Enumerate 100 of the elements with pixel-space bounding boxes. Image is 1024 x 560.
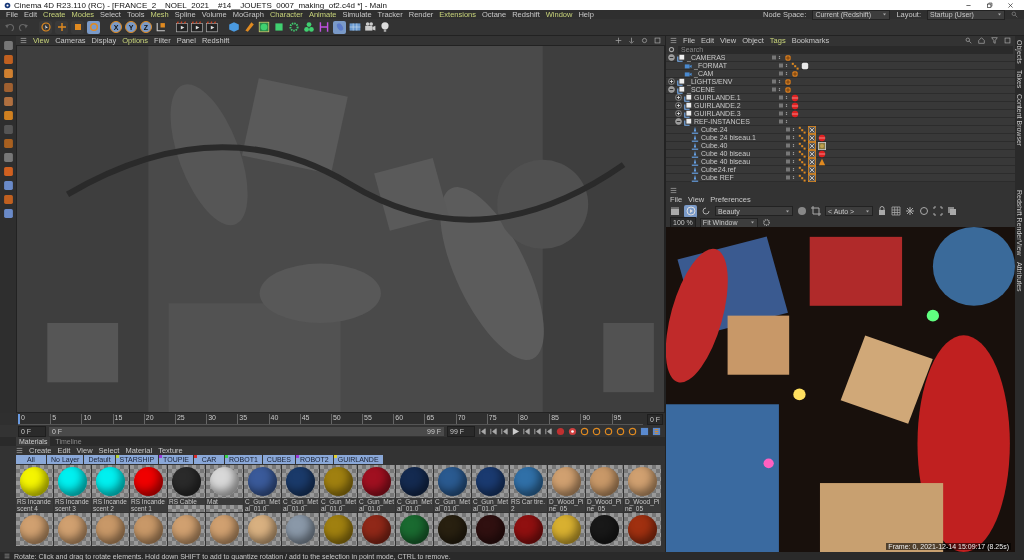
tag-icon[interactable] xyxy=(798,165,806,174)
visibility-dots-icon[interactable] xyxy=(785,63,788,68)
menu-icon[interactable] xyxy=(670,187,677,194)
mode-icon[interactable] xyxy=(2,82,14,93)
tag-icon[interactable] xyxy=(791,69,799,78)
tag-icon[interactable] xyxy=(808,149,816,158)
cone-tag-icon[interactable] xyxy=(818,157,826,166)
tag-icon[interactable] xyxy=(798,141,806,150)
visibility-dots-icon[interactable] xyxy=(792,151,795,156)
visibility-dots-icon[interactable] xyxy=(785,71,788,76)
tag-icon[interactable] xyxy=(791,61,799,70)
menu-icon[interactable] xyxy=(16,447,23,454)
visibility-dots-icon[interactable] xyxy=(785,103,788,108)
refresh-icon[interactable] xyxy=(701,206,711,216)
tag-icon[interactable] xyxy=(798,173,806,182)
clapper-icon[interactable] xyxy=(670,206,680,216)
maximize-icon[interactable] xyxy=(654,37,661,44)
mode-icon[interactable] xyxy=(2,40,14,51)
tag-icon[interactable] xyxy=(798,125,806,134)
close-icon[interactable] xyxy=(1007,1,1014,9)
tag-icon[interactable] xyxy=(808,141,816,150)
tag-icon[interactable] xyxy=(808,133,816,142)
subdivision-icon[interactable] xyxy=(258,21,270,33)
cloner-icon[interactable] xyxy=(303,21,315,33)
visibility-dots-icon[interactable] xyxy=(792,175,795,180)
pen-icon[interactable] xyxy=(243,21,255,33)
render-icon[interactable] xyxy=(191,21,203,33)
filter-icon[interactable] xyxy=(991,37,998,44)
visibility-dots-icon[interactable] xyxy=(778,55,781,60)
mode-icon[interactable] xyxy=(2,166,14,177)
visibility-dots-icon[interactable] xyxy=(792,167,795,172)
tag-icon[interactable] xyxy=(784,77,792,86)
material-tag-icon[interactable] xyxy=(818,149,826,158)
mode-icon[interactable] xyxy=(2,208,14,219)
mode-icon[interactable] xyxy=(2,194,14,205)
tag-icon[interactable] xyxy=(808,165,816,174)
mode-icon[interactable] xyxy=(2,180,14,191)
visibility-dots-icon[interactable] xyxy=(792,135,795,140)
focus-icon[interactable] xyxy=(933,206,943,216)
material-tag-icon[interactable] xyxy=(791,93,799,102)
cube-icon[interactable] xyxy=(228,21,240,33)
snapshot-icon[interactable] xyxy=(797,206,807,216)
light-tag-icon[interactable] xyxy=(801,61,809,70)
orbit-icon[interactable] xyxy=(641,37,648,44)
gear-icon[interactable] xyxy=(668,46,675,53)
tag-icon[interactable] xyxy=(808,125,816,134)
texture-tag-icon[interactable] xyxy=(818,141,826,150)
tag-icon[interactable] xyxy=(798,157,806,166)
camera-icon[interactable] xyxy=(364,21,376,33)
tool-button[interactable] xyxy=(87,20,100,34)
lock-icon[interactable] xyxy=(877,206,887,216)
search-icon[interactable] xyxy=(965,37,972,44)
redo-icon[interactable] xyxy=(18,21,29,33)
light-icon[interactable] xyxy=(379,21,391,33)
mode-icon[interactable] xyxy=(2,54,14,65)
dolly-icon[interactable] xyxy=(628,37,635,44)
floor-icon[interactable] xyxy=(349,21,361,33)
visibility-dots-icon[interactable] xyxy=(778,79,781,84)
crop-icon[interactable] xyxy=(811,206,821,216)
menu-icon[interactable] xyxy=(670,37,677,44)
settings-icon[interactable] xyxy=(652,426,661,436)
tag-icon[interactable] xyxy=(798,133,806,142)
pan-icon[interactable] xyxy=(615,37,622,44)
start-render-button[interactable] xyxy=(684,204,697,218)
tag-icon[interactable] xyxy=(808,157,816,166)
visibility-dots-icon[interactable] xyxy=(792,143,795,148)
tag-icon[interactable] xyxy=(798,149,806,158)
go-start-icon[interactable] xyxy=(478,426,487,436)
autokey-icon[interactable] xyxy=(568,426,577,436)
visibility-dots-icon[interactable] xyxy=(785,95,788,100)
tool-button[interactable] xyxy=(39,20,52,34)
collapse-icon[interactable] xyxy=(675,118,682,125)
mode-icon[interactable] xyxy=(2,68,14,79)
mode-icon[interactable] xyxy=(2,138,14,149)
coordinate-system-icon[interactable] xyxy=(155,21,166,33)
undo-icon[interactable] xyxy=(4,21,15,33)
expand-icon[interactable] xyxy=(668,78,675,85)
visibility-dots-icon[interactable] xyxy=(792,159,795,164)
field-button[interactable] xyxy=(333,20,346,34)
material-tag-icon[interactable] xyxy=(791,109,799,118)
render-settings-icon[interactable] xyxy=(206,21,218,33)
visibility-dots-icon[interactable] xyxy=(785,111,788,116)
home-icon[interactable] xyxy=(978,37,985,44)
expand-icon[interactable] xyxy=(675,110,682,117)
expand-icon[interactable] xyxy=(675,102,682,109)
visibility-dots-icon[interactable] xyxy=(785,119,788,124)
collapse-icon[interactable] xyxy=(668,86,675,93)
tag-icon[interactable] xyxy=(808,173,816,182)
visibility-dots-icon[interactable] xyxy=(792,127,795,132)
extrude-icon[interactable] xyxy=(273,21,285,33)
collapse-icon[interactable] xyxy=(668,54,675,61)
tool-button[interactable] xyxy=(71,20,84,34)
mode-icon[interactable] xyxy=(2,96,14,107)
play-icon[interactable] xyxy=(511,426,520,436)
snowflake-icon[interactable] xyxy=(905,206,915,216)
new-window-icon[interactable] xyxy=(1004,37,1011,44)
mode-icon[interactable] xyxy=(2,110,14,121)
copy-icon[interactable] xyxy=(947,206,957,216)
visibility-dots-icon[interactable] xyxy=(778,87,781,92)
mode-icon[interactable] xyxy=(2,152,14,163)
